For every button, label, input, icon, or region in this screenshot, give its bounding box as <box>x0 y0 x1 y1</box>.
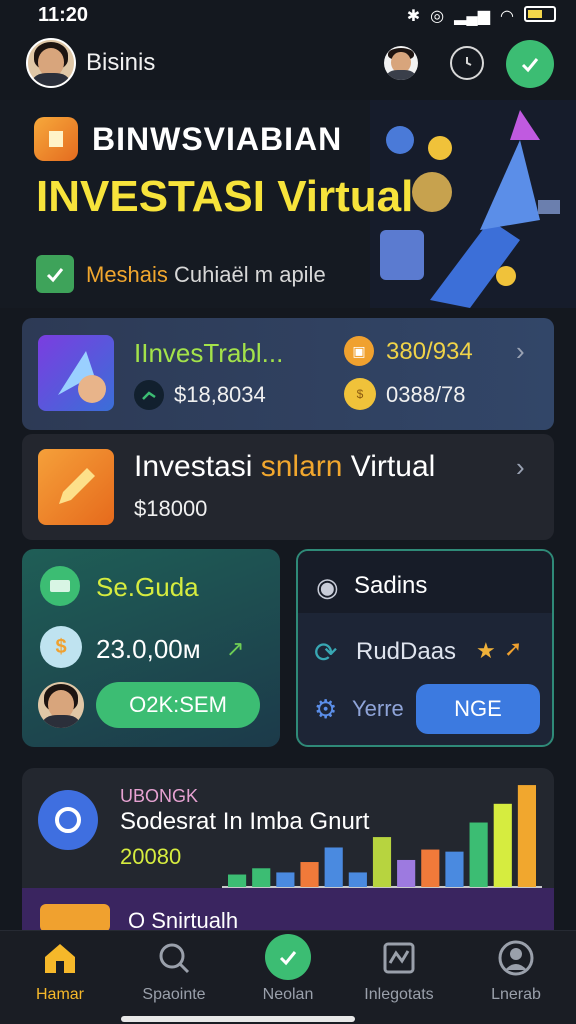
bar-chart <box>222 785 542 888</box>
primary-card-points-bottom: 0388/78 <box>386 382 466 407</box>
status-icons: ✱ ◎ ▂▄▆ ◠ <box>407 6 556 26</box>
secondary-card-value: $18000 <box>134 496 208 521</box>
confirm-button[interactable] <box>506 40 554 88</box>
chart-bar-10 <box>445 851 464 887</box>
chart-bar-13 <box>517 785 536 887</box>
hero-check-icon[interactable] <box>36 255 74 293</box>
check-icon <box>521 58 539 73</box>
refresh-icon: ⟳ <box>314 637 338 668</box>
secondary-card-title: Investasi snlarn Virtual <box>134 450 435 484</box>
tab-profile[interactable]: Lnerab <box>461 938 571 1004</box>
tab-home[interactable]: Hamar <box>5 938 115 1004</box>
home-indicator[interactable] <box>121 1016 355 1022</box>
chart-bar-8 <box>397 859 416 887</box>
chart-bar-11 <box>469 822 488 887</box>
hero-subtitle-highlight: Meshais <box>86 262 168 287</box>
status-time: 11:20 <box>38 4 89 26</box>
gamepad-icon: ◉ <box>316 572 339 602</box>
savings-card-amount: 23.0,00м <box>96 634 201 664</box>
chevron-right-icon[interactable]: › <box>516 452 525 483</box>
chart-bar-1 <box>228 874 247 887</box>
contact-avatar[interactable] <box>384 46 418 80</box>
chart-bar-6 <box>348 872 367 887</box>
wallet-thumbnail <box>40 904 110 932</box>
chart-bar-5 <box>324 847 343 887</box>
settings-card-row: RudDaas <box>356 638 457 665</box>
chart-bar-2 <box>252 868 271 887</box>
star-icon: ★ <box>476 638 496 663</box>
chart-bar-3 <box>276 872 295 887</box>
rocket-icon: ➚ <box>504 636 523 661</box>
trend-up-icon: ↗ <box>226 636 245 661</box>
chevron-right-icon[interactable]: › <box>516 336 525 367</box>
tab-integrations-label: Inlegotats <box>364 986 434 1003</box>
check-circle-icon <box>265 934 311 980</box>
bluetooth-icon: ✱ <box>406 8 421 25</box>
chart-card-value: 20080 <box>120 844 182 869</box>
target-icon <box>38 790 98 850</box>
settings-action-button[interactable]: NGE <box>416 684 540 734</box>
primary-card-value: $18,8034 <box>174 382 266 407</box>
secondary-title-part1: Investasi <box>134 450 253 483</box>
wifi-icon: ◠ <box>500 8 514 25</box>
tab-profile-label: Lnerab <box>491 986 541 1003</box>
hero-subtitle-rest: Cuhiaël m apile <box>174 262 326 287</box>
hero-badge-icon <box>34 117 78 161</box>
chart-bar-7 <box>372 837 392 887</box>
tab-neolan-label: Neolan <box>262 986 314 1003</box>
coin-icon: ▣ <box>344 336 374 366</box>
tab-integrations[interactable]: Inlegotats <box>344 938 454 1004</box>
tab-neolan[interactable]: Neolan <box>233 934 343 1004</box>
rocket-thumbnail <box>38 335 114 411</box>
wallet-icon <box>40 566 80 606</box>
profile-icon <box>496 938 536 978</box>
chart-icon <box>379 938 419 978</box>
primary-card-points-top: 380/934 <box>386 338 473 365</box>
trend-icon <box>134 380 164 410</box>
user-avatar[interactable] <box>26 38 76 88</box>
coin-icon: $ <box>40 626 82 668</box>
search-icon <box>154 938 194 978</box>
hero-subtitle: Meshais Cuhiaël m apile <box>86 262 326 288</box>
hero-kicker: BINWSVIABIAN <box>92 121 343 157</box>
tab-search-label: Spaointe <box>142 986 206 1003</box>
clock-icon[interactable] <box>450 46 484 80</box>
hero-title: INVESTASI Virtual <box>36 172 414 221</box>
savings-card-title: Se.Guda <box>96 572 199 602</box>
coin-icon: $ <box>344 378 376 410</box>
member-avatar <box>38 682 84 728</box>
signal-icon: ▂▄▆ <box>454 8 491 25</box>
chart-bar-12 <box>493 803 512 887</box>
home-icon <box>40 938 80 978</box>
tab-search[interactable]: Spaointe <box>119 938 229 1004</box>
secondary-title-part3: Virtual <box>350 450 436 483</box>
battery-icon <box>524 6 556 22</box>
alarm-icon: ◎ <box>430 8 445 25</box>
savings-action-button[interactable]: O2K:SEM <box>96 682 260 728</box>
app-title: Bisinis <box>86 49 156 76</box>
chart-bar-4 <box>300 862 319 887</box>
gear-icon[interactable]: ⚙ <box>314 694 337 725</box>
pencil-thumbnail <box>38 449 114 525</box>
primary-card-title: IInvesTrabl... <box>134 338 284 368</box>
tab-home-label: Hamar <box>35 986 84 1003</box>
chart-bar-9 <box>421 849 440 887</box>
secondary-title-part2: snlarn <box>260 450 343 483</box>
settings-card-title: Sadins <box>354 572 428 599</box>
settings-card-label: Yerre <box>352 696 404 721</box>
chart-card-kicker: UBONGK <box>120 786 199 806</box>
